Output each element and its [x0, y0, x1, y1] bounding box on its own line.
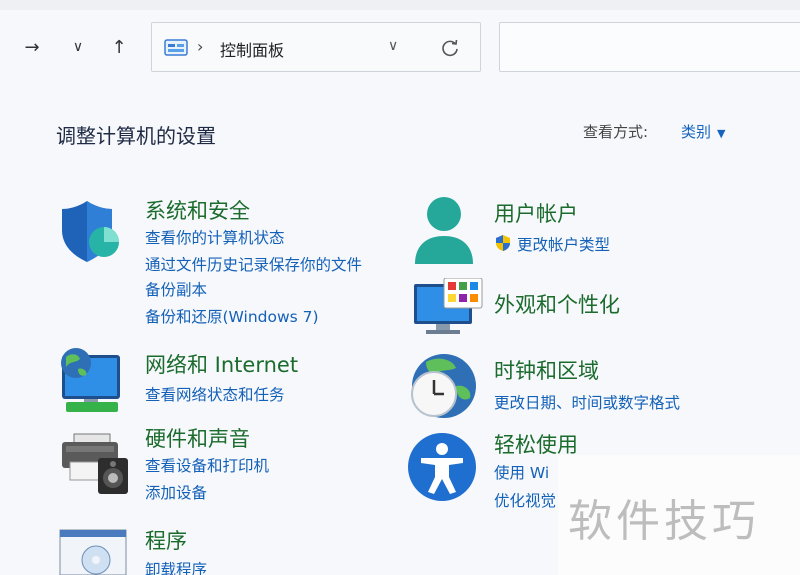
category-title[interactable]: 外观和个性化	[494, 289, 620, 319]
window-top-strip	[0, 0, 800, 10]
category-title[interactable]: 系统和安全	[145, 195, 250, 225]
link-uninstall-program[interactable]: 卸载程序	[145, 558, 207, 575]
link-devices-printers[interactable]: 查看设备和打印机	[145, 454, 269, 476]
chevron-down-icon: ∨	[72, 39, 84, 55]
control-panel-icon	[164, 38, 188, 62]
link-network-status[interactable]: 查看网络状态和任务	[145, 383, 285, 405]
link-view-computer-status[interactable]: 查看你的计算机状态	[145, 226, 285, 248]
up-button[interactable]: ↑	[107, 34, 131, 60]
chevron-down-icon[interactable]: ∨	[388, 38, 398, 54]
view-by-label: 查看方式:	[583, 123, 649, 141]
programs-icon[interactable]	[58, 528, 130, 575]
view-by-value: 类别	[681, 123, 712, 141]
link-backup-restore[interactable]: 备份和还原(Windows 7)	[145, 305, 319, 327]
uac-shield-icon	[494, 234, 512, 256]
link-file-history[interactable]: 通过文件历史记录保存你的文件	[145, 253, 362, 275]
caret-down-icon: ▼	[717, 127, 726, 140]
arrow-right-icon: →	[24, 36, 40, 58]
printer-speaker-icon[interactable]	[60, 432, 132, 500]
category-title[interactable]: 程序	[145, 525, 187, 555]
link-add-device[interactable]: 添加设备	[145, 481, 207, 503]
accessibility-icon[interactable]	[407, 432, 477, 506]
clock-globe-icon[interactable]	[406, 350, 478, 426]
link-backup-copy[interactable]: 备份副本	[145, 278, 207, 300]
recent-locations-button[interactable]: ∨	[66, 34, 90, 60]
category-title[interactable]: 时钟和区域	[494, 355, 599, 385]
breadcrumb[interactable]: 控制面板	[220, 37, 284, 61]
category-title[interactable]: 硬件和声音	[145, 423, 250, 453]
link-change-date-time-format[interactable]: 更改日期、时间或数字格式	[494, 391, 680, 413]
view-by-dropdown[interactable]: 类别 ▼	[681, 121, 725, 142]
watermark-text: 软件技巧	[568, 496, 760, 547]
watermark: 软件技巧	[558, 455, 800, 575]
category-title[interactable]: 网络和 Internet	[145, 349, 298, 379]
address-bar[interactable]: › 控制面板 ∨	[151, 22, 481, 72]
page-title: 调整计算机的设置	[56, 124, 216, 148]
arrow-up-icon: ↑	[111, 36, 127, 58]
category-title[interactable]: 用户帐户	[494, 198, 578, 228]
shield-icon[interactable]	[60, 198, 122, 268]
monitor-palette-icon[interactable]	[412, 277, 484, 340]
back-button[interactable]: →	[20, 34, 44, 60]
link-use-windows-suggestions[interactable]: 使用 Wi	[494, 461, 549, 483]
link-optimize-visual[interactable]: 优化视觉	[494, 489, 556, 511]
search-input[interactable]	[499, 22, 800, 72]
link-change-account-type[interactable]: 更改帐户类型	[517, 233, 610, 255]
network-globe-icon[interactable]	[56, 345, 130, 419]
user-icon[interactable]	[412, 196, 476, 270]
refresh-icon[interactable]	[440, 38, 460, 62]
breadcrumb-separator: ›	[197, 37, 204, 56]
